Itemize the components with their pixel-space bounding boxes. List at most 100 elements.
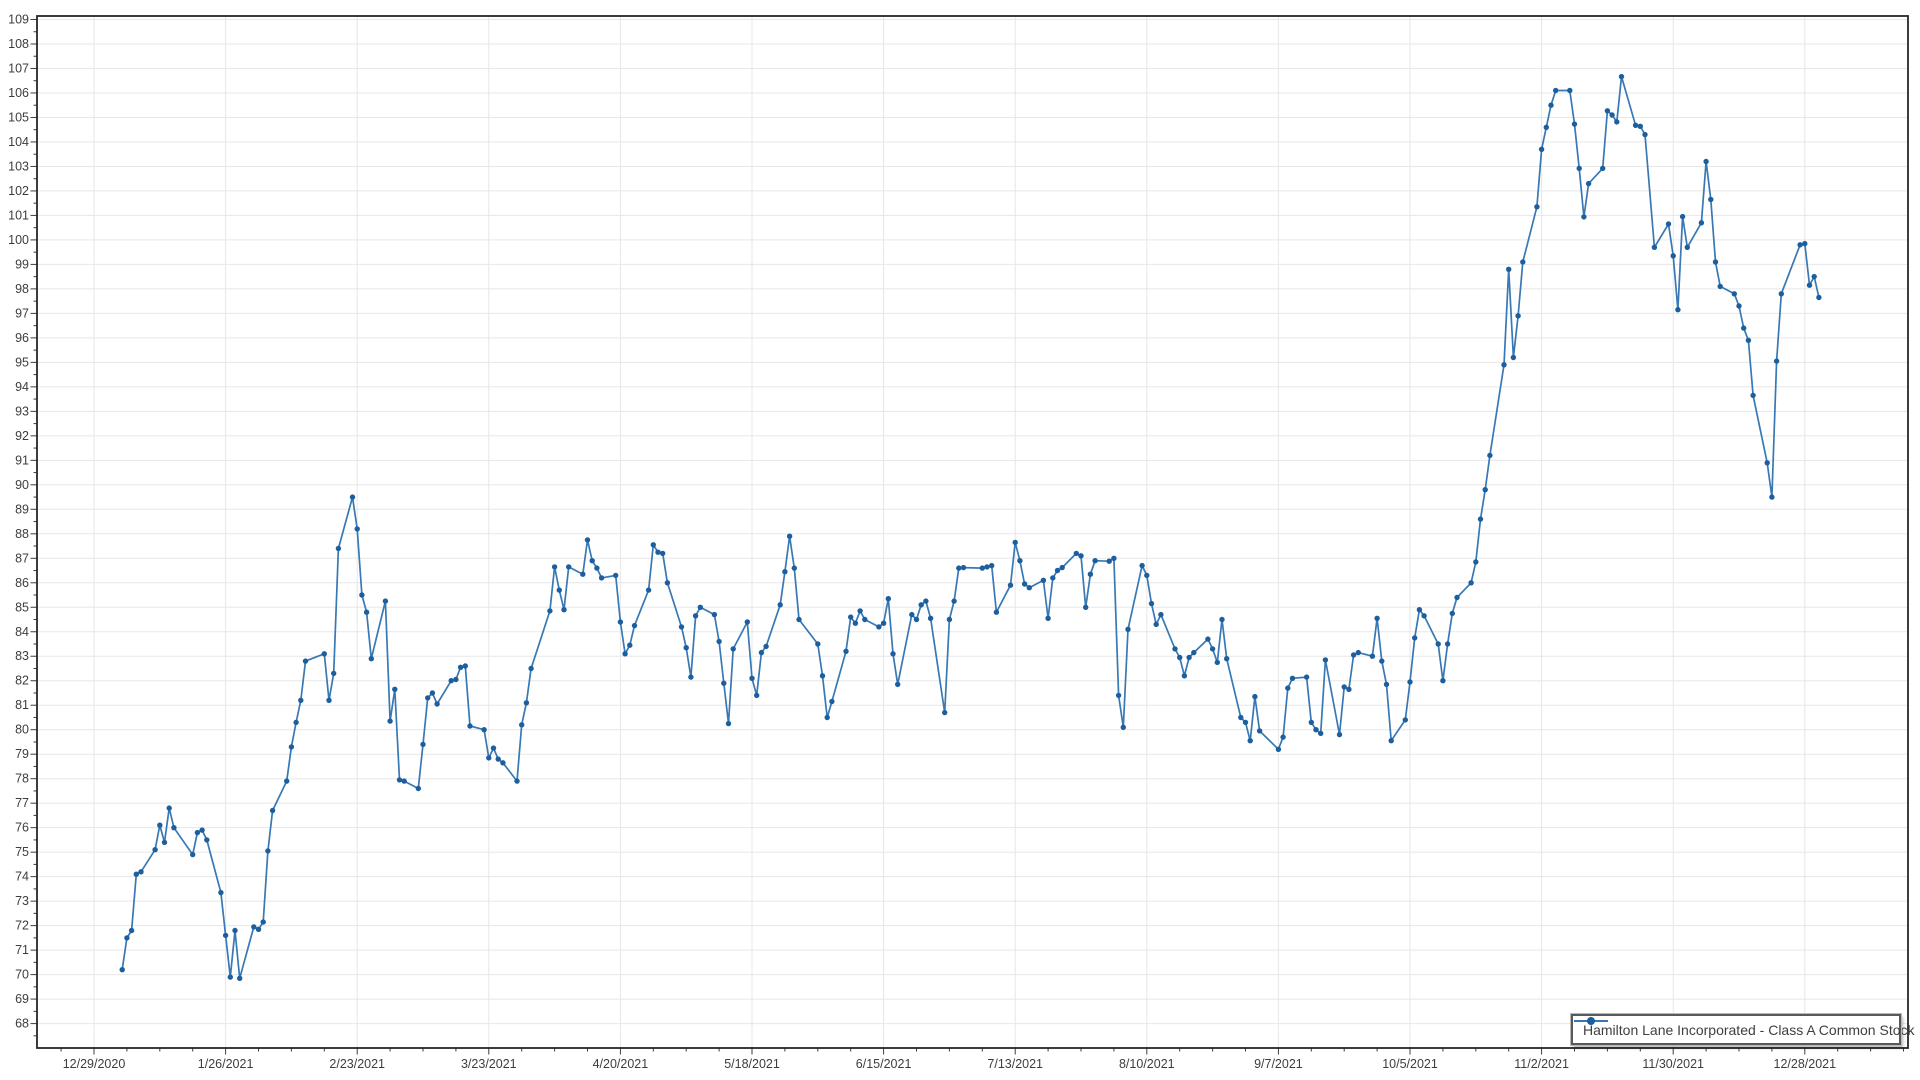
data-point: [1248, 738, 1253, 743]
data-point: [632, 623, 637, 628]
data-point: [956, 565, 961, 570]
data-point: [857, 608, 862, 613]
data-point: [1708, 197, 1713, 202]
data-point: [195, 830, 200, 835]
data-point: [618, 619, 623, 624]
data-point: [1121, 725, 1126, 730]
data-point: [1750, 393, 1755, 398]
data-point: [1586, 181, 1591, 186]
data-point: [716, 639, 721, 644]
data-point: [397, 777, 402, 782]
data-point: [1812, 274, 1817, 279]
y-axis-tick-label: 79: [15, 747, 29, 761]
data-point: [1483, 487, 1488, 492]
data-point: [355, 526, 360, 531]
x-axis-tick-label: 1/26/2021: [198, 1057, 254, 1071]
data-point: [190, 852, 195, 857]
y-axis-tick-label: 102: [8, 184, 29, 198]
data-point: [1600, 166, 1605, 171]
data-point: [1083, 605, 1088, 610]
y-axis-tick-label: 92: [15, 429, 29, 443]
data-point: [1139, 563, 1144, 568]
y-axis-tick-label: 68: [15, 1017, 29, 1031]
plot-border: [37, 16, 1908, 1048]
data-point: [1257, 728, 1262, 733]
data-point: [1290, 676, 1295, 681]
data-point: [590, 558, 595, 563]
data-point: [613, 573, 618, 578]
data-point: [496, 756, 501, 761]
data-point: [580, 572, 585, 577]
data-point: [561, 607, 566, 612]
data-point: [293, 720, 298, 725]
y-axis-tick-label: 83: [15, 649, 29, 663]
data-point: [326, 698, 331, 703]
y-axis-tick-label: 109: [8, 13, 29, 27]
data-point: [1506, 267, 1511, 272]
data-point: [1769, 494, 1774, 499]
y-axis-tick-label: 70: [15, 968, 29, 982]
data-point: [1243, 720, 1248, 725]
data-point: [1501, 362, 1506, 367]
legend[interactable]: Hamilton Lane Incorporated - Class A Com…: [1571, 1014, 1901, 1045]
data-point: [1144, 573, 1149, 578]
data-point: [162, 840, 167, 845]
data-point: [1045, 616, 1050, 621]
data-point: [754, 693, 759, 698]
y-axis-tick-label: 82: [15, 674, 29, 688]
y-axis-tick-label: 95: [15, 355, 29, 369]
y-axis-tick-label: 80: [15, 723, 29, 737]
data-point: [134, 872, 139, 877]
data-point: [1544, 125, 1549, 130]
data-point: [1671, 253, 1676, 258]
data-point: [1177, 655, 1182, 660]
data-point: [1511, 355, 1516, 360]
plot-canvas: 6869707172737475767778798081828384858687…: [0, 0, 1920, 1080]
data-point: [1092, 558, 1097, 563]
y-axis-tick-label: 98: [15, 282, 29, 296]
data-point: [1619, 74, 1624, 79]
data-point: [726, 721, 731, 726]
data-point: [1703, 159, 1708, 164]
data-point: [124, 935, 129, 940]
data-point: [787, 534, 792, 539]
data-point: [1577, 166, 1582, 171]
data-point: [763, 644, 768, 649]
x-axis-tick-label: 12/29/2020: [63, 1057, 126, 1071]
data-point: [1252, 694, 1257, 699]
data-point: [364, 610, 369, 615]
data-point: [923, 598, 928, 603]
data-point: [383, 598, 388, 603]
data-point: [171, 825, 176, 830]
y-axis-tick-label: 86: [15, 576, 29, 590]
data-point: [387, 718, 392, 723]
data-point: [1685, 245, 1690, 250]
data-point: [552, 564, 557, 569]
data-point: [1699, 220, 1704, 225]
x-axis-tick-label: 7/13/2021: [987, 1057, 1043, 1071]
data-point: [627, 643, 632, 648]
data-point: [557, 587, 562, 592]
data-point: [481, 727, 486, 732]
data-point: [1337, 732, 1342, 737]
data-point: [843, 649, 848, 654]
data-point: [1219, 617, 1224, 622]
data-point: [1468, 580, 1473, 585]
data-point: [778, 602, 783, 607]
data-point: [1567, 88, 1572, 93]
y-axis-tick-label: 90: [15, 478, 29, 492]
data-point: [947, 617, 952, 622]
data-point: [655, 550, 660, 555]
y-axis-tick-label: 97: [15, 306, 29, 320]
y-axis-tick-label: 104: [8, 135, 29, 149]
data-point: [1638, 124, 1643, 129]
data-point: [491, 745, 496, 750]
data-point: [989, 563, 994, 568]
data-point: [1732, 291, 1737, 296]
data-point: [1534, 204, 1539, 209]
data-point: [792, 565, 797, 570]
data-point: [594, 565, 599, 570]
x-axis-tick-label: 11/2/2021: [1514, 1057, 1569, 1071]
data-point: [284, 778, 289, 783]
axis-ticks: [31, 20, 1904, 1055]
